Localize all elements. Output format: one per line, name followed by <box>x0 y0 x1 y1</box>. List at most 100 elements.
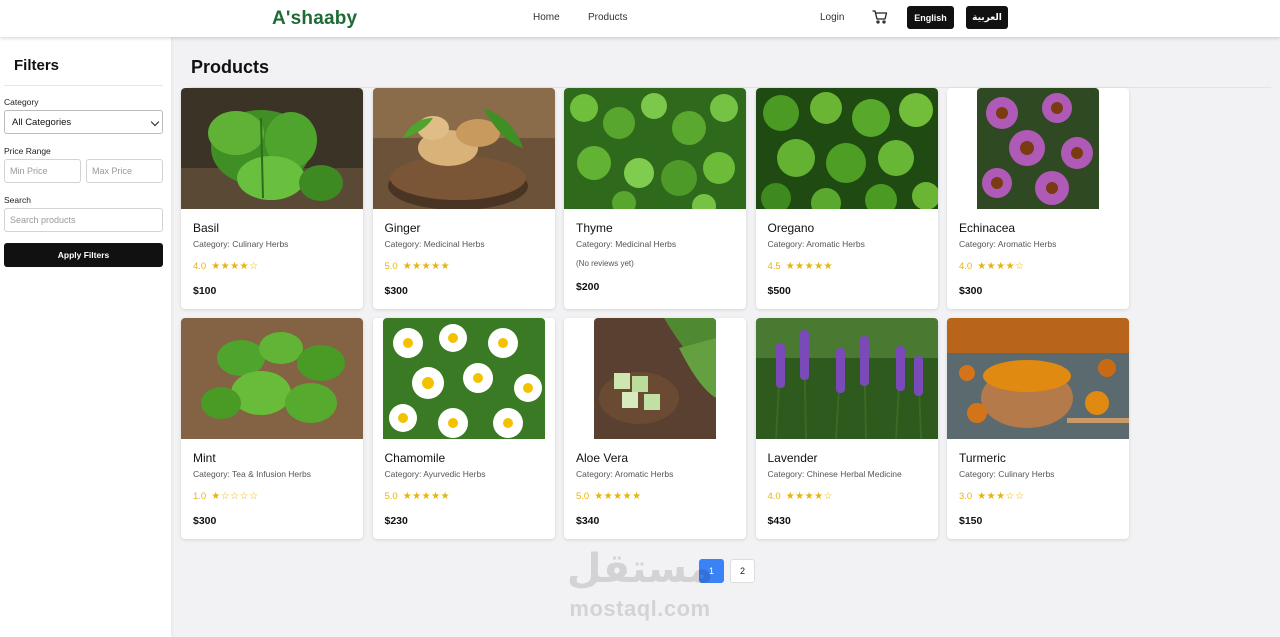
product-grid: Basil Category: Culinary Herbs 4.0 ★★★★☆… <box>181 88 1129 539</box>
product-price: $300 <box>193 515 217 527</box>
product-card[interactable]: Basil Category: Culinary Herbs 4.0 ★★★★☆… <box>181 88 363 309</box>
star-rating-icon: ★★★★☆ <box>785 491 834 502</box>
product-name[interactable]: Echinacea <box>959 221 1015 235</box>
rating-value: 1.0 <box>193 491 207 502</box>
product-rating: 5.0 ★★★★★ <box>385 491 451 502</box>
no-reviews-text: (No reviews yet) <box>576 259 634 268</box>
cart-icon[interactable] <box>872 9 888 25</box>
product-rating: 5.0 ★★★★★ <box>576 491 642 502</box>
product-name[interactable]: Basil <box>193 221 219 235</box>
category-label: Category <box>4 97 39 107</box>
mostaql-watermark: مستقل mostaql.com <box>560 546 720 628</box>
product-price: $430 <box>767 515 791 527</box>
star-rating-icon: ★★★★☆ <box>977 261 1025 272</box>
product-name[interactable]: Mint <box>193 451 216 465</box>
watermark-arabic-text: مستقل <box>566 546 714 592</box>
nav-home-link[interactable]: Home <box>533 12 560 23</box>
product-category: Category: Tea & Infusion Herbs <box>193 469 311 479</box>
product-category: Category: Aromatic Herbs <box>959 239 1057 249</box>
product-card[interactable]: Mint Category: Tea & Infusion Herbs 1.0 … <box>181 318 363 539</box>
product-card[interactable]: Thyme Category: Medicinal Herbs (No revi… <box>564 88 746 309</box>
product-name[interactable]: Ginger <box>385 221 421 235</box>
product-card[interactable]: Ginger Category: Medicinal Herbs 5.0 ★★★… <box>372 88 555 309</box>
product-name[interactable]: Lavender <box>768 451 818 465</box>
product-price: $100 <box>193 285 217 297</box>
product-rating: 3.0 ★★★☆☆ <box>959 491 1025 502</box>
filters-sidebar: Filters Category All Categories Price Ra… <box>0 37 171 637</box>
rating-value: 4.5 <box>767 261 781 272</box>
star-rating-icon: ★★★★★ <box>402 491 451 502</box>
product-category: Category: Ayurvedic Herbs <box>384 469 486 479</box>
product-category: Category: Culinary Herbs <box>959 469 1055 479</box>
star-rating-icon: ★☆☆☆☆ <box>211 491 259 502</box>
product-name[interactable]: Oregano <box>768 221 815 235</box>
rating-value: 3.0 <box>959 491 973 502</box>
product-category: Category: Medicinal Herbs <box>576 239 677 249</box>
lavender-image <box>755 318 938 439</box>
product-card[interactable]: Turmeric Category: Culinary Herbs 3.0 ★★… <box>947 318 1129 539</box>
mint-image <box>181 318 363 439</box>
search-input[interactable]: Search products <box>4 208 163 232</box>
star-rating-icon: ★★★★★ <box>402 261 451 272</box>
search-label: Search <box>4 195 31 205</box>
product-card[interactable]: Aloe Vera Category: Aromatic Herbs 5.0 ★… <box>564 318 746 539</box>
star-rating-icon: ★★★★★ <box>785 261 834 272</box>
star-rating-icon: ★★★★☆ <box>211 261 259 272</box>
product-price: $300 <box>384 285 408 297</box>
product-rating: 4.0 ★★★★☆ <box>959 261 1025 272</box>
filters-divider <box>4 85 163 86</box>
product-rating: 1.0 ★☆☆☆☆ <box>193 491 259 502</box>
rating-value: 4.0 <box>959 261 973 272</box>
watermark-latin-text: mostaql.com <box>569 596 711 621</box>
english-language-button[interactable]: English <box>907 6 954 29</box>
chevron-down-icon <box>150 117 160 127</box>
product-category: Category: Chinese Herbal Medicine <box>767 469 902 479</box>
product-price: $300 <box>959 285 983 297</box>
product-category: Category: Culinary Herbs <box>193 239 289 249</box>
product-category: Category: Medicinal Herbs <box>384 239 485 249</box>
nav-login-link[interactable]: Login <box>820 12 844 23</box>
product-price: $150 <box>959 515 983 527</box>
price-range-label: Price Range <box>4 146 51 156</box>
product-card[interactable]: Lavender Category: Chinese Herbal Medici… <box>755 318 938 539</box>
aloe-vera-image <box>594 318 716 439</box>
star-rating-icon: ★★★★★ <box>594 491 642 502</box>
pagination-page-2[interactable]: 2 <box>730 559 755 583</box>
product-card[interactable]: Echinacea Category: Aromatic Herbs 4.0 ★… <box>947 88 1129 309</box>
product-name[interactable]: Chamomile <box>385 451 446 465</box>
min-price-input[interactable]: Min Price <box>4 159 81 183</box>
product-rating: 4.0 ★★★★☆ <box>193 261 259 272</box>
product-price: $500 <box>767 285 791 297</box>
product-name[interactable]: Turmeric <box>959 451 1006 465</box>
product-rating: 5.0 ★★★★★ <box>385 261 451 272</box>
ginger-image <box>372 88 555 209</box>
product-price: $200 <box>576 281 600 293</box>
product-name[interactable]: Thyme <box>576 221 613 235</box>
page-title: Products <box>191 57 270 77</box>
product-category: Category: Aromatic Herbs <box>576 469 674 479</box>
arabic-language-button[interactable]: العربية <box>966 6 1008 29</box>
basil-image <box>181 88 363 209</box>
product-name[interactable]: Aloe Vera <box>576 451 628 465</box>
product-category: Category: Aromatic Herbs <box>767 239 865 249</box>
apply-filters-button[interactable]: Apply Filters <box>4 243 163 267</box>
rating-value: 5.0 <box>384 261 398 272</box>
oregano-image <box>755 88 938 209</box>
product-card[interactable]: Chamomile Category: Ayurvedic Herbs 5.0 … <box>372 318 555 539</box>
rating-value: 5.0 <box>576 491 590 502</box>
max-price-input[interactable]: Max Price <box>86 159 163 183</box>
nav-products-link[interactable]: Products <box>588 12 627 23</box>
category-select[interactable]: All Categories <box>4 110 163 134</box>
product-rating: 4.5 ★★★★★ <box>768 261 834 272</box>
rating-value: 4.0 <box>193 261 207 272</box>
chamomile-image <box>382 318 545 439</box>
site-logo[interactable]: A'shaaby <box>272 8 357 30</box>
filters-title: Filters <box>14 57 60 74</box>
rating-value: 4.0 <box>767 491 781 502</box>
product-price: $230 <box>384 515 408 527</box>
product-card[interactable]: Oregano Category: Aromatic Herbs 4.5 ★★★… <box>755 88 938 309</box>
star-rating-icon: ★★★☆☆ <box>977 491 1025 502</box>
echinacea-image <box>977 88 1099 209</box>
thyme-image <box>564 88 746 209</box>
rating-value: 5.0 <box>384 491 398 502</box>
